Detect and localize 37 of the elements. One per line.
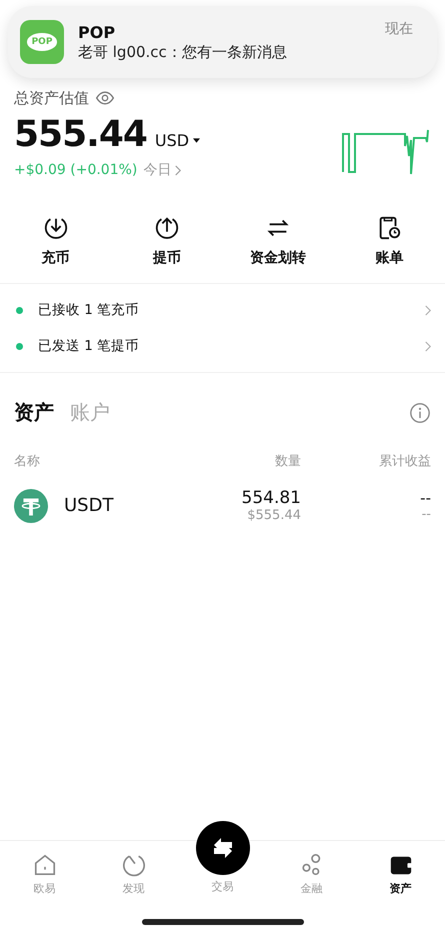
column-header: 累计收益 [378, 453, 431, 470]
home-icon [32, 853, 56, 877]
action-button[interactable]: 账单 [344, 215, 434, 267]
notification-time: 现在 [385, 20, 413, 38]
asset-tab[interactable]: 资产 [14, 399, 54, 426]
notification-banner[interactable]: POP POP 老哥 lg00.cc：您有一条新消息 现在 [8, 6, 437, 78]
app-icon-label: POP [26, 33, 58, 51]
pnl-rate: -- [422, 507, 431, 522]
compass-icon [122, 853, 146, 877]
pnl-value: -- [420, 489, 431, 507]
notification-app-name: POP [78, 22, 116, 42]
total-assets-label: 总资产估值 [14, 88, 89, 108]
notice-text: 已接收 1 笔充币 [38, 301, 140, 319]
coin-value: $555.44 [247, 508, 301, 523]
notice-text: 已发送 1 笔提币 [38, 337, 140, 355]
info-icon[interactable] [409, 402, 431, 424]
total-amount: 555.44 [14, 114, 147, 155]
notice-row[interactable]: 已发送 1 笔提币 [0, 328, 445, 364]
nav-tab[interactable]: 资产 [356, 845, 445, 905]
caret-icon [193, 138, 200, 143]
notice-row[interactable]: 已接收 1 笔充币 [0, 292, 445, 328]
chevron-icon [425, 304, 431, 316]
daily-change: +$0.09 (+0.01%) [14, 162, 138, 178]
chevron-icon [175, 164, 182, 176]
coin-icon [14, 488, 48, 522]
upload-icon [154, 215, 180, 241]
action-button[interactable]: 充币 [10, 215, 101, 267]
column-header: 名称 [14, 453, 41, 470]
coin-amount: 554.81 [242, 488, 301, 508]
coin-name: USDT [64, 495, 114, 516]
swap-icon [196, 821, 250, 875]
action-button[interactable]: 提币 [122, 215, 212, 267]
currency-selector[interactable]: USD [154, 131, 200, 150]
column-header: 数量 [274, 453, 301, 470]
chevron-icon [425, 340, 431, 352]
notification-message: 老哥 lg00.cc：您有一条新消息 [78, 42, 287, 62]
action-button[interactable]: 资金划转 [233, 215, 324, 267]
